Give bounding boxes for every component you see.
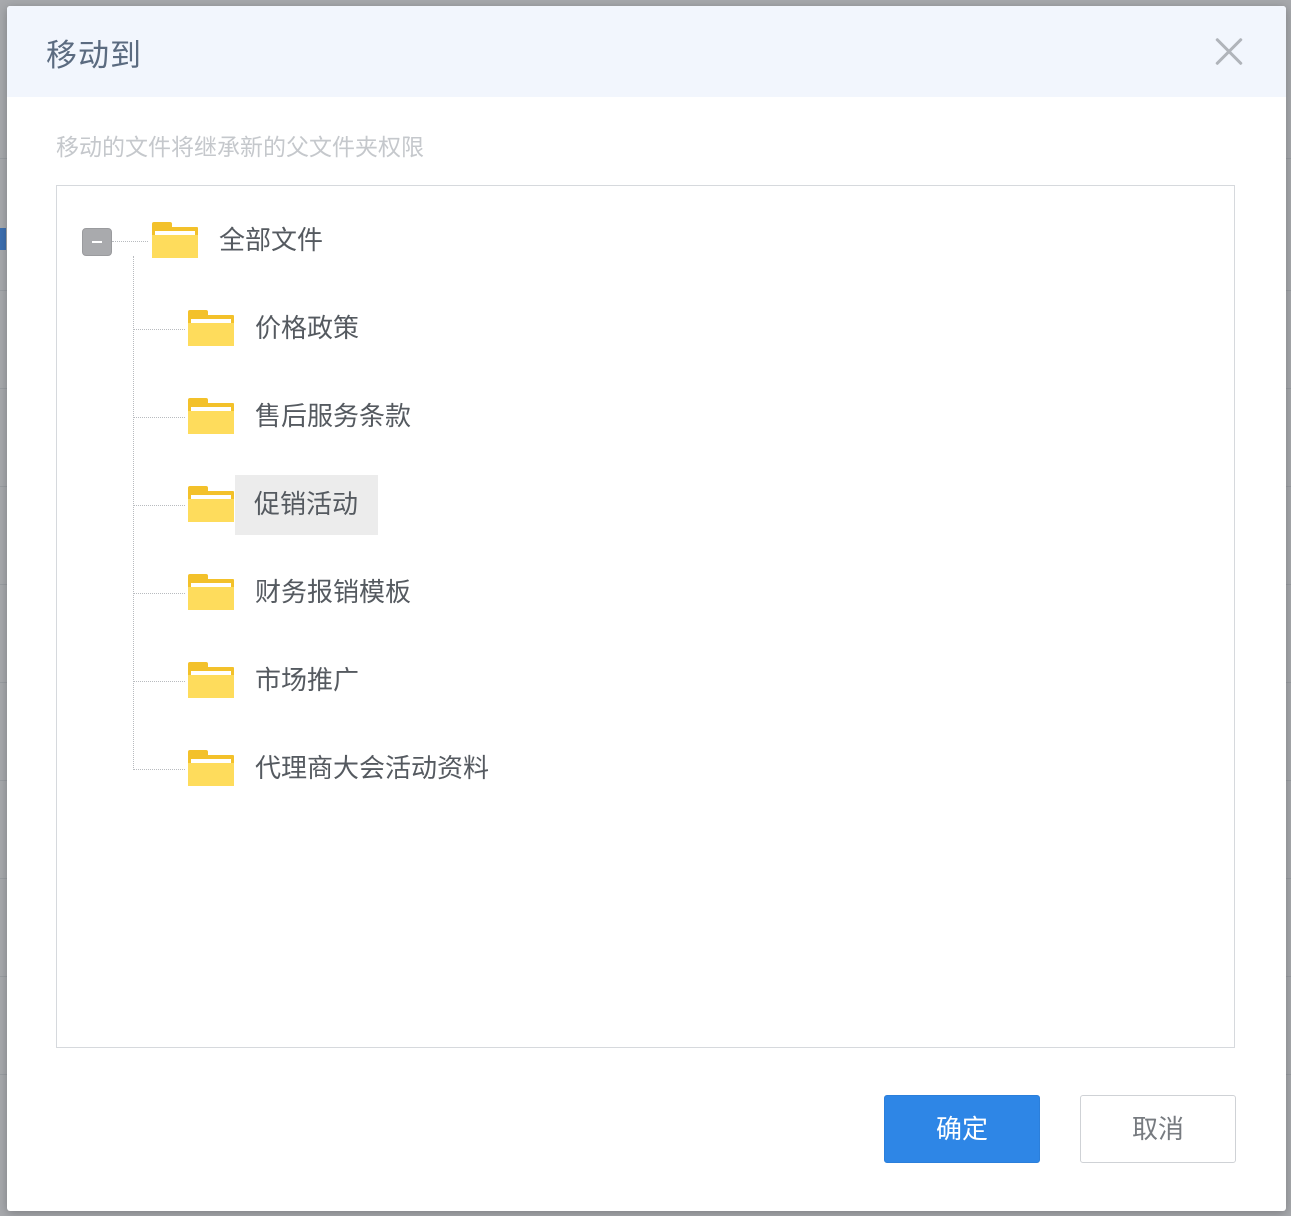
tree-node[interactable]: 市场推广 xyxy=(248,651,366,711)
confirm-button[interactable]: 确定 xyxy=(884,1095,1040,1163)
tree-connector xyxy=(133,769,185,770)
move-to-dialog: 移动到 移动的文件将继承新的父文件夹权限 全部文件 价格政策 售后服务条款 促销… xyxy=(7,6,1286,1211)
tree-node-selected[interactable]: 促销活动 xyxy=(235,475,379,535)
tree-connector xyxy=(133,417,185,418)
tree-connector xyxy=(133,593,185,594)
folder-icon xyxy=(188,310,234,346)
tree-node-root[interactable]: 全部文件 xyxy=(212,211,330,271)
folder-icon xyxy=(188,574,234,610)
tree-connector xyxy=(112,241,148,242)
tree-node[interactable]: 价格政策 xyxy=(248,299,366,359)
tree-node[interactable]: 代理商大会活动资料 xyxy=(248,739,496,799)
folder-icon xyxy=(152,222,198,258)
folder-icon xyxy=(188,750,234,786)
folder-icon xyxy=(188,662,234,698)
tree-node[interactable]: 财务报销模板 xyxy=(248,563,418,623)
folder-tree: 全部文件 价格政策 售后服务条款 促销活动 财务报销模板 市场推广 代理商大会活… xyxy=(56,185,1235,1048)
tree-connector xyxy=(133,256,134,770)
folder-icon xyxy=(188,398,234,434)
tree-connector xyxy=(133,329,185,330)
tree-connector xyxy=(133,681,185,682)
cancel-button[interactable]: 取消 xyxy=(1080,1095,1236,1163)
dialog-header: 移动到 xyxy=(7,6,1286,97)
collapse-toggle-icon[interactable] xyxy=(82,228,112,256)
background-edge-tab xyxy=(0,228,6,250)
tree-connector xyxy=(133,505,185,506)
permission-hint: 移动的文件将继承新的父文件夹权限 xyxy=(56,135,424,161)
close-icon[interactable] xyxy=(1214,36,1244,66)
folder-icon xyxy=(188,486,234,522)
dialog-title: 移动到 xyxy=(46,38,142,74)
tree-node[interactable]: 售后服务条款 xyxy=(248,387,418,447)
